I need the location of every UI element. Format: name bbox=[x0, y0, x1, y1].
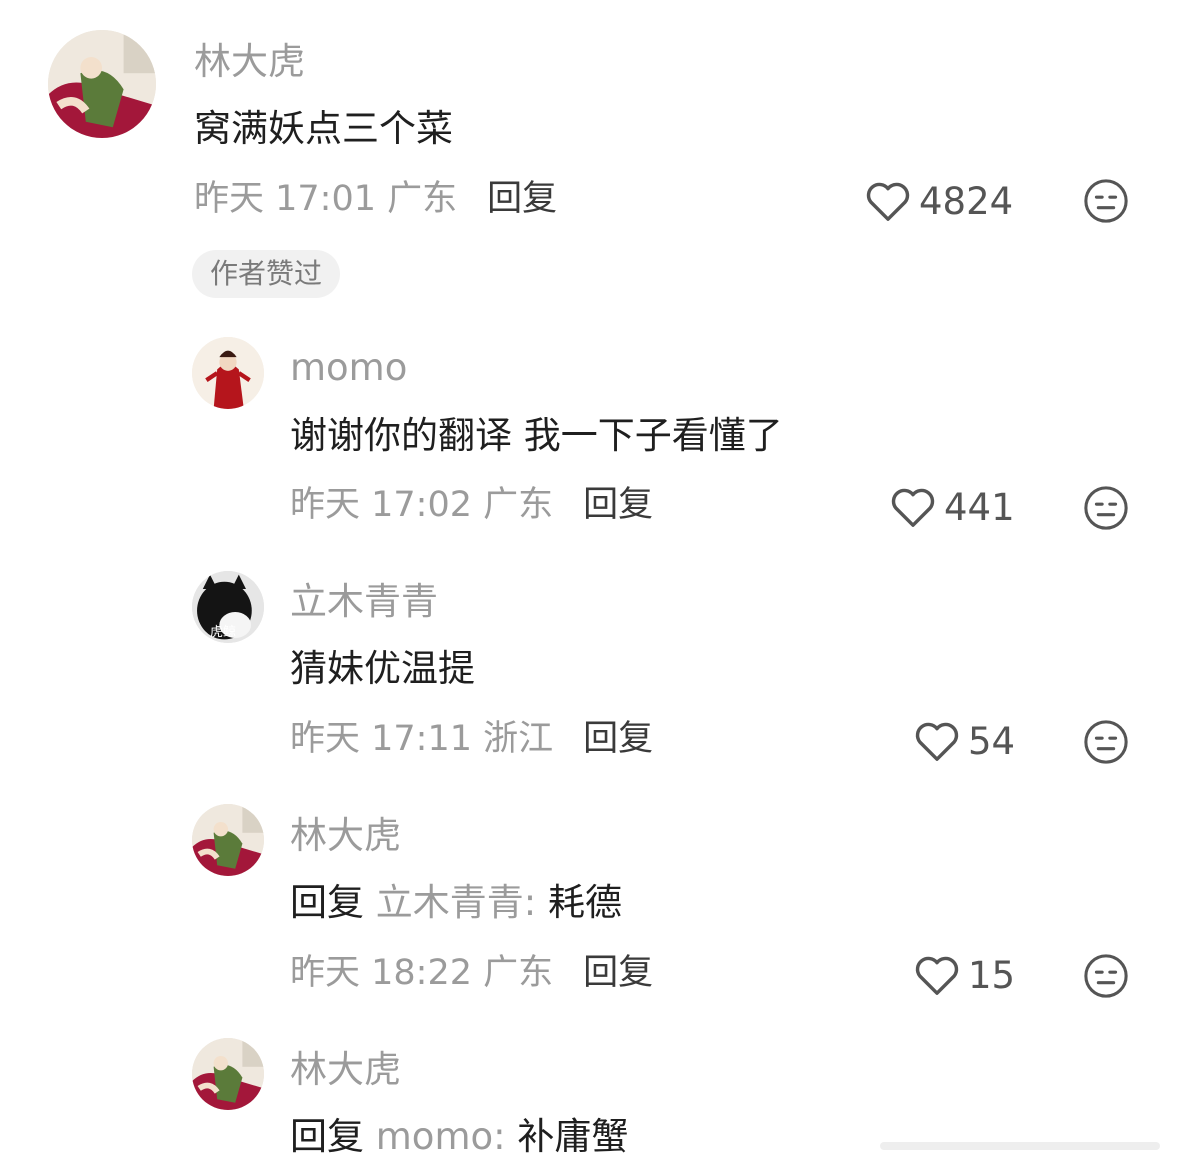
reply-prefix: 回复 bbox=[290, 881, 364, 924]
comment-meta: 昨天 18:22 广东 回复 bbox=[290, 952, 653, 994]
comment-text-line: 回复 立木青青: 耗德 bbox=[290, 880, 622, 926]
heart-icon bbox=[891, 488, 935, 527]
comment-time: 昨天 18:22 广东 bbox=[290, 953, 554, 993]
comment-text: 猜妹优温提 bbox=[290, 647, 475, 690]
reply-button[interactable]: 回复 bbox=[583, 485, 653, 525]
like-count: 441 bbox=[944, 486, 1015, 529]
dislike-button[interactable] bbox=[1083, 178, 1129, 224]
comment-text: 耗德 bbox=[548, 881, 622, 924]
dislike-button[interactable] bbox=[1083, 719, 1129, 765]
avatar-caption: 虎鲸 bbox=[210, 625, 237, 640]
avatar[interactable]: 虎鲸 bbox=[192, 571, 264, 643]
heart-icon bbox=[866, 182, 910, 221]
like-button[interactable]: 4824 bbox=[865, 181, 1013, 223]
comment-text: 窝满妖点三个菜 bbox=[194, 107, 453, 150]
author-liked-badge: 作者赞过 bbox=[192, 250, 341, 298]
avatar[interactable] bbox=[192, 1038, 264, 1110]
like-button[interactable]: 54 bbox=[914, 721, 1015, 763]
comment-text-line: 回复 momo: 补庸蟹 bbox=[290, 1114, 628, 1160]
cartoon-figure-icon bbox=[48, 30, 156, 138]
like-count: 15 bbox=[968, 954, 1016, 997]
comment-meta: 昨天 17:02 广东 回复 bbox=[290, 484, 653, 526]
comment-meta: 昨天 17:01 广东 回复 bbox=[194, 178, 557, 220]
username[interactable]: 林大虎 bbox=[290, 814, 401, 858]
comment-meta: 昨天 17:11 浙江 回复 bbox=[290, 718, 653, 760]
like-button[interactable]: 441 bbox=[890, 487, 1015, 529]
username[interactable]: 林大虎 bbox=[194, 40, 305, 84]
avatar[interactable] bbox=[192, 804, 264, 876]
username[interactable]: 立木青青 bbox=[290, 580, 438, 624]
watermark-bar bbox=[880, 1136, 1160, 1156]
avatar[interactable] bbox=[48, 30, 156, 138]
username[interactable]: momo bbox=[290, 346, 407, 390]
comment-time: 昨天 17:02 广东 bbox=[290, 485, 554, 525]
username[interactable]: 林大虎 bbox=[290, 1048, 401, 1092]
meh-face-icon bbox=[1084, 954, 1128, 998]
like-count: 54 bbox=[968, 720, 1016, 763]
comment-text: 补庸蟹 bbox=[517, 1115, 629, 1158]
meh-face-icon bbox=[1084, 720, 1128, 764]
reply-button[interactable]: 回复 bbox=[583, 953, 653, 993]
reply-target-username[interactable]: 立木青青: bbox=[376, 881, 536, 924]
comment-time: 昨天 17:11 浙江 bbox=[290, 719, 554, 759]
meh-face-icon bbox=[1084, 179, 1128, 223]
comment-text: 谢谢你的翻译 我一下子看懂了 bbox=[290, 414, 783, 457]
comment-time: 昨天 17:01 广东 bbox=[194, 179, 458, 219]
avatar[interactable] bbox=[192, 337, 264, 409]
meh-face-icon bbox=[1084, 486, 1128, 530]
heart-icon bbox=[915, 722, 959, 761]
dislike-button[interactable] bbox=[1083, 953, 1129, 999]
like-count: 4824 bbox=[919, 180, 1014, 223]
cartoon-figure-icon bbox=[192, 1038, 264, 1110]
red-costume-icon bbox=[192, 337, 264, 409]
like-button[interactable]: 15 bbox=[914, 955, 1015, 997]
watermark-pattern-icon bbox=[880, 1142, 1160, 1150]
reply-button[interactable]: 回复 bbox=[487, 179, 557, 219]
dislike-button[interactable] bbox=[1083, 485, 1129, 531]
cartoon-figure-icon bbox=[192, 804, 264, 876]
reply-prefix: 回复 bbox=[290, 1115, 364, 1158]
reply-button[interactable]: 回复 bbox=[583, 719, 653, 759]
heart-icon bbox=[915, 956, 959, 995]
reply-target-username[interactable]: momo: bbox=[376, 1115, 506, 1158]
